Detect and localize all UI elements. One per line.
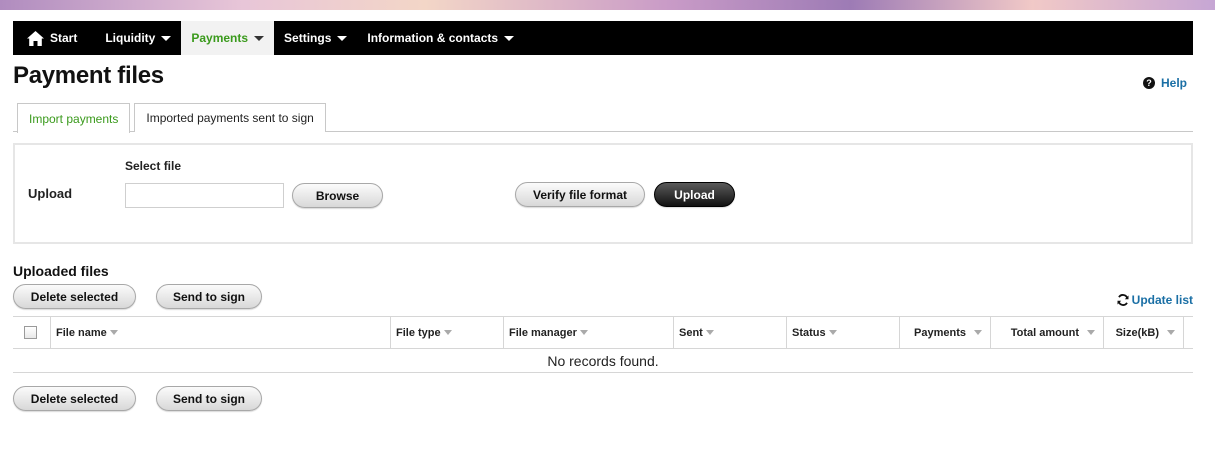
chevron-down-icon: [161, 35, 172, 41]
nav-information-contacts[interactable]: Information & contacts: [357, 21, 524, 55]
refresh-icon: [1117, 294, 1129, 306]
upload-button[interactable]: Upload: [654, 182, 735, 207]
column-file-type[interactable]: File type: [391, 317, 504, 348]
nav-information-label: Information & contacts: [367, 31, 499, 45]
browse-button[interactable]: Browse: [292, 183, 383, 208]
update-list-label: Update list: [1131, 293, 1193, 307]
column-total-amount[interactable]: Total amount: [991, 317, 1104, 348]
main-navbar: Start Liquidity Payments Settings Inform…: [13, 21, 1193, 55]
column-label: File manager: [509, 326, 577, 339]
chevron-down-icon: [254, 35, 265, 41]
sort-icon: [705, 330, 714, 335]
nav-settings[interactable]: Settings: [274, 21, 357, 55]
nav-payments[interactable]: Payments: [181, 21, 275, 55]
column-label: Size(kB): [1115, 326, 1159, 339]
uploaded-files-table: File name File type File manager Sent St…: [13, 316, 1193, 373]
table-header: File name File type File manager Sent St…: [13, 316, 1193, 349]
verify-file-format-button[interactable]: Verify file format: [515, 182, 645, 207]
file-path-input[interactable]: [125, 183, 284, 208]
upload-section-label: Upload: [28, 186, 73, 201]
sort-icon: [1167, 330, 1175, 335]
column-label: Status: [792, 326, 826, 339]
nav-start[interactable]: Start: [13, 21, 95, 55]
select-all-cell: [13, 317, 51, 348]
column-sent[interactable]: Sent: [674, 317, 787, 348]
select-file-label: Select file: [125, 159, 182, 173]
column-file-name[interactable]: File name: [51, 317, 391, 348]
sort-icon: [109, 330, 118, 335]
help-link[interactable]: ? Help: [1142, 76, 1187, 90]
nav-settings-label: Settings: [284, 31, 332, 45]
sort-icon: [579, 330, 588, 335]
column-label: File name: [56, 326, 107, 339]
column-payments[interactable]: Payments: [900, 317, 991, 348]
update-list-link[interactable]: Update list: [1117, 293, 1193, 307]
column-label: File type: [396, 326, 441, 339]
tab-import-payments[interactable]: Import payments: [17, 103, 131, 133]
uploaded-files-title: Uploaded files: [13, 263, 109, 279]
column-label: Sent: [679, 326, 703, 339]
sort-icon: [1087, 330, 1095, 335]
delete-selected-button-bottom[interactable]: Delete selected: [13, 386, 136, 411]
header-banner: [0, 0, 1215, 10]
column-label: Total amount: [1010, 326, 1079, 339]
page-title: Payment files: [13, 62, 164, 89]
column-size[interactable]: Size(kB): [1104, 317, 1184, 348]
question-icon: ?: [1142, 77, 1155, 89]
send-to-sign-button-top[interactable]: Send to sign: [156, 284, 262, 309]
column-label: Payments: [914, 326, 966, 339]
chevron-down-icon: [504, 35, 515, 41]
nav-liquidity[interactable]: Liquidity: [95, 21, 181, 55]
nav-payments-label: Payments: [191, 31, 249, 45]
tab-imported-sent-to-sign[interactable]: Imported payments sent to sign: [134, 103, 326, 132]
delete-selected-button-top[interactable]: Delete selected: [13, 284, 136, 309]
sort-icon: [828, 330, 837, 335]
sort-icon: [443, 330, 452, 335]
chevron-down-icon: [337, 35, 348, 41]
send-to-sign-button-bottom[interactable]: Send to sign: [156, 386, 262, 411]
nav-liquidity-label: Liquidity: [105, 31, 156, 45]
tab-bar: Import payments Imported payments sent t…: [13, 100, 1193, 133]
upload-panel: Upload Select file Browse Verify file fo…: [13, 143, 1193, 244]
select-all-checkbox[interactable]: [24, 326, 37, 339]
help-label: Help: [1160, 76, 1187, 90]
home-icon: [27, 30, 44, 46]
column-status[interactable]: Status: [787, 317, 900, 348]
nav-start-label: Start: [50, 31, 78, 45]
sort-icon: [974, 330, 982, 335]
column-file-manager[interactable]: File manager: [504, 317, 674, 348]
empty-table-message: No records found.: [13, 349, 1193, 373]
